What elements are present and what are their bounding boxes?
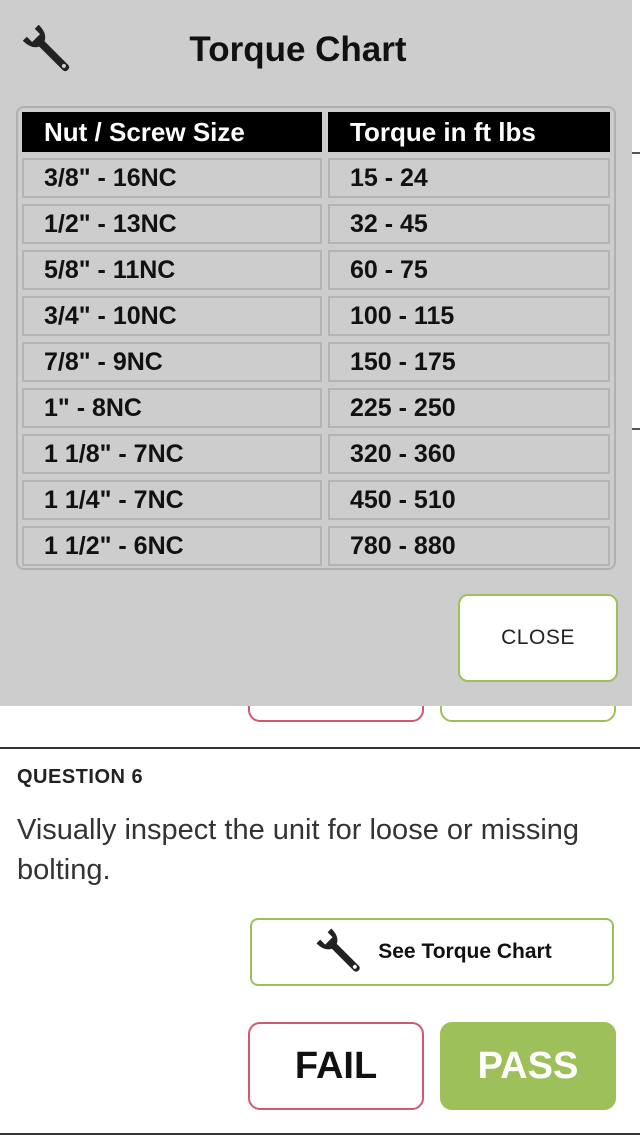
torque-cell: 100 - 115 — [328, 296, 610, 336]
torque-cell: 225 - 250 — [328, 388, 610, 428]
question-divider-bottom — [0, 1133, 640, 1135]
nut-size-cell: 3/8" - 16NC — [22, 158, 322, 198]
table-row: 1 1/4" - 7NC 450 - 510 — [22, 480, 610, 520]
nut-size-cell: 1 1/8" - 7NC — [22, 434, 322, 474]
torque-cell: 60 - 75 — [328, 250, 610, 290]
see-torque-chart-button[interactable]: See Torque Chart — [250, 918, 614, 986]
torque-chart-modal: Torque Chart Nut / Screw Size Torque in … — [0, 0, 632, 706]
table-row: 1" - 8NC 225 - 250 — [22, 388, 610, 428]
torque-cell: 32 - 45 — [328, 204, 610, 244]
nut-size-cell: 1 1/2" - 6NC — [22, 526, 322, 566]
nut-size-cell: 1/2" - 13NC — [22, 204, 322, 244]
table-row: 3/8" - 16NC 15 - 24 — [22, 158, 610, 198]
inspection-screen: QUESTION 6 Visually inspect the unit for… — [0, 0, 640, 1136]
question-divider-top — [0, 747, 640, 749]
nut-size-cell: 7/8" - 9NC — [22, 342, 322, 382]
see-torque-chart-label: See Torque Chart — [378, 940, 552, 963]
modal-title: Torque Chart — [189, 30, 407, 69]
nut-size-cell: 5/8" - 11NC — [22, 250, 322, 290]
background-divider-tick — [632, 428, 640, 430]
table-row: 1 1/2" - 6NC 780 - 880 — [22, 526, 610, 566]
nut-size-cell: 1 1/4" - 7NC — [22, 480, 322, 520]
wrench-icon — [312, 924, 368, 980]
table-row: 1/2" - 13NC 32 - 45 — [22, 204, 610, 244]
torque-cell: 150 - 175 — [328, 342, 610, 382]
close-button[interactable]: CLOSE — [458, 594, 618, 682]
torque-cell: 15 - 24 — [328, 158, 610, 198]
nut-size-cell: 3/4" - 10NC — [22, 296, 322, 336]
header-torque: Torque in ft lbs — [328, 112, 610, 152]
background-divider-tick — [632, 152, 640, 154]
table-header-row: Nut / Screw Size Torque in ft lbs — [22, 112, 610, 152]
header-nut-size: Nut / Screw Size — [22, 112, 322, 152]
fail-button[interactable]: FAIL — [248, 1022, 424, 1110]
question-text: Visually inspect the unit for loose or m… — [17, 814, 580, 886]
nut-size-cell: 1" - 8NC — [22, 388, 322, 428]
table-row: 7/8" - 9NC 150 - 175 — [22, 342, 610, 382]
torque-cell: 780 - 880 — [328, 526, 610, 566]
table-row: 1 1/8" - 7NC 320 - 360 — [22, 434, 610, 474]
question-number: QUESTION 6 — [17, 766, 144, 788]
pass-button[interactable]: PASS — [440, 1022, 616, 1110]
table-row: 5/8" - 11NC 60 - 75 — [22, 250, 610, 290]
torque-cell: 320 - 360 — [328, 434, 610, 474]
table-row: 3/4" - 10NC 100 - 115 — [22, 296, 610, 336]
torque-table: Nut / Screw Size Torque in ft lbs 3/8" -… — [16, 106, 616, 570]
torque-cell: 450 - 510 — [328, 480, 610, 520]
